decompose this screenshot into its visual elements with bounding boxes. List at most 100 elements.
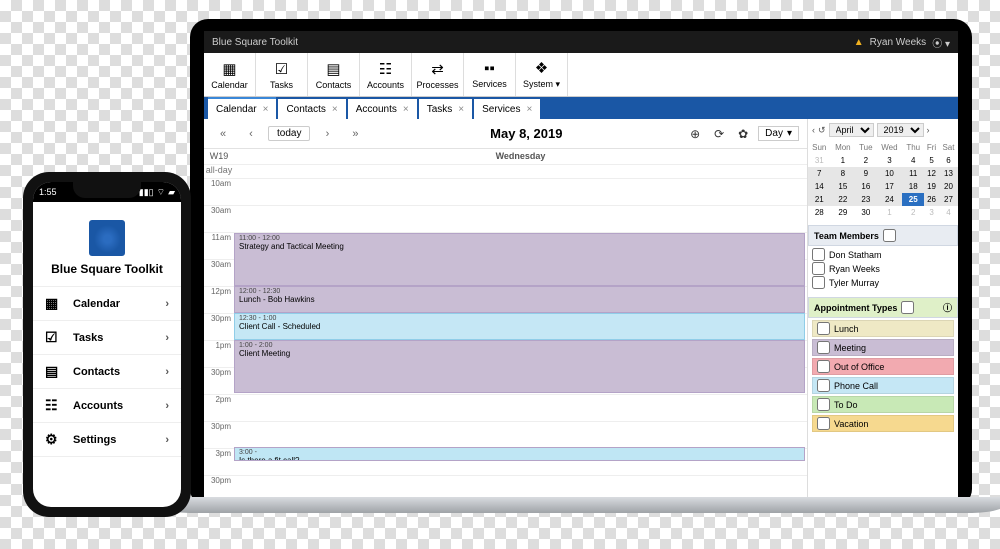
appointment-type[interactable]: Vacation — [812, 415, 954, 432]
team-checkbox[interactable] — [812, 262, 825, 275]
type-checkbox[interactable] — [817, 379, 830, 392]
mini-day[interactable]: 26 — [924, 193, 939, 206]
type-checkbox[interactable] — [817, 360, 830, 373]
appointment[interactable]: 12:30 - 1:00Client Call - Scheduled — [234, 313, 805, 340]
appointment[interactable]: 12:00 - 12:30Lunch - Bob Hawkins — [234, 286, 805, 313]
time-row[interactable]: 30am — [204, 206, 807, 233]
mini-day[interactable]: 8 — [831, 167, 856, 180]
phone-item-tasks[interactable]: ☑Tasks› — [33, 321, 181, 355]
mini-day[interactable]: 31 — [808, 154, 831, 167]
toolbar-system[interactable]: ❖System ▾ — [516, 53, 568, 96]
mini-day[interactable]: 18 — [902, 180, 924, 193]
time-slot[interactable] — [234, 422, 807, 448]
mini-next-icon[interactable]: › — [927, 125, 930, 135]
appointment-type[interactable]: Lunch — [812, 320, 954, 337]
time-row[interactable]: 10am — [204, 179, 807, 206]
team-members-header[interactable]: Team Members — [808, 225, 958, 246]
team-member[interactable]: Ryan Weeks — [812, 262, 954, 275]
phone-item-contacts[interactable]: ▤Contacts› — [33, 355, 181, 389]
tab-close-icon[interactable]: × — [403, 104, 409, 115]
mini-day[interactable]: 21 — [808, 193, 831, 206]
mini-day[interactable]: 5 — [924, 154, 939, 167]
mini-day[interactable]: 12 — [924, 167, 939, 180]
appointment-type[interactable]: Out of Office — [812, 358, 954, 375]
time-slot[interactable] — [234, 476, 807, 497]
first-icon[interactable]: « — [212, 123, 234, 145]
mini-day[interactable]: 15 — [831, 180, 856, 193]
team-member[interactable]: Don Statham — [812, 248, 954, 261]
mini-day[interactable]: 30 — [855, 206, 876, 219]
mini-year-select[interactable]: 2019 — [877, 123, 924, 137]
time-row[interactable]: 30pm — [204, 422, 807, 449]
mini-day[interactable]: 11 — [902, 167, 924, 180]
toolbar-contacts[interactable]: ▤Contacts — [308, 53, 360, 96]
phone-item-calendar[interactable]: ▦Calendar› — [33, 287, 181, 321]
type-checkbox[interactable] — [817, 398, 830, 411]
appointment-type[interactable]: Meeting — [812, 339, 954, 356]
appointment[interactable]: 11:00 - 12:00Strategy and Tactical Meeti… — [234, 233, 805, 286]
mini-day[interactable]: 1 — [831, 154, 856, 167]
tab-contacts[interactable]: Contacts× — [278, 97, 345, 119]
appointment-type[interactable]: Phone Call — [812, 377, 954, 394]
toolbar-processes[interactable]: ⇄Processes — [412, 53, 464, 96]
mini-day[interactable]: 16 — [855, 180, 876, 193]
tab-close-icon[interactable]: × — [527, 104, 533, 115]
tab-close-icon[interactable]: × — [332, 104, 338, 115]
settings-icon[interactable]: ✿ — [734, 125, 752, 143]
mini-day[interactable]: 4 — [902, 154, 924, 167]
tab-services[interactable]: Services× — [474, 97, 540, 119]
appointment-types-header[interactable]: Appointment Types ⓘ — [808, 297, 958, 318]
time-row[interactable]: 30pm — [204, 476, 807, 497]
mini-day[interactable]: 4 — [939, 206, 958, 219]
refresh-icon[interactable]: ⟳ — [710, 125, 728, 143]
team-checkbox[interactable] — [812, 276, 825, 289]
mini-day[interactable]: 3 — [924, 206, 939, 219]
mini-day[interactable]: 9 — [855, 167, 876, 180]
tab-calendar[interactable]: Calendar× — [208, 97, 276, 119]
mini-day[interactable]: 23 — [855, 193, 876, 206]
type-checkbox[interactable] — [817, 341, 830, 354]
team-all-checkbox[interactable] — [883, 229, 896, 242]
tab-tasks[interactable]: Tasks× — [419, 97, 472, 119]
mini-day[interactable]: 28 — [808, 206, 831, 219]
mini-day[interactable]: 2 — [902, 206, 924, 219]
mini-day[interactable]: 6 — [939, 154, 958, 167]
today-button[interactable]: today — [268, 126, 310, 141]
time-slot[interactable] — [234, 395, 807, 421]
mini-day[interactable]: 20 — [939, 180, 958, 193]
mini-day[interactable]: 27 — [939, 193, 958, 206]
add-icon[interactable]: ⊕ — [686, 125, 704, 143]
appointment[interactable]: 1:00 - 2:00Client Meeting — [234, 340, 805, 393]
mini-day[interactable]: 24 — [877, 193, 903, 206]
view-selector[interactable]: Day▾ — [758, 126, 799, 141]
last-icon[interactable]: » — [344, 123, 366, 145]
tab-close-icon[interactable]: × — [458, 104, 464, 115]
mini-month-select[interactable]: April — [829, 123, 874, 137]
info-icon[interactable]: ⓘ — [943, 301, 952, 314]
next-icon[interactable]: › — [316, 123, 338, 145]
mini-day[interactable]: 25 — [902, 193, 924, 206]
team-member[interactable]: Tyler Murray — [812, 276, 954, 289]
mini-day[interactable]: 22 — [831, 193, 856, 206]
toolbar-accounts[interactable]: ☷Accounts — [360, 53, 412, 96]
mini-day[interactable]: 13 — [939, 167, 958, 180]
time-row[interactable]: 2pm — [204, 395, 807, 422]
mini-prev-icon[interactable]: ‹ — [812, 125, 815, 135]
toolbar-services[interactable]: ▪▪Services — [464, 53, 516, 96]
mini-history-icon[interactable]: ↺ — [818, 125, 826, 136]
mini-day[interactable]: 29 — [831, 206, 856, 219]
mini-day[interactable]: 2 — [855, 154, 876, 167]
time-slot[interactable] — [234, 206, 807, 232]
current-user[interactable]: Ryan Weeks — [870, 37, 927, 48]
type-checkbox[interactable] — [817, 417, 830, 430]
types-all-checkbox[interactable] — [901, 301, 914, 314]
toolbar-tasks[interactable]: ☑Tasks — [256, 53, 308, 96]
mini-day[interactable]: 7 — [808, 167, 831, 180]
toolbar-calendar[interactable]: ▦Calendar — [204, 53, 256, 96]
phone-item-accounts[interactable]: ☷Accounts› — [33, 389, 181, 423]
appointment-type[interactable]: To Do — [812, 396, 954, 413]
time-slot[interactable] — [234, 179, 807, 205]
prev-icon[interactable]: ‹ — [240, 123, 262, 145]
mini-day[interactable]: 14 — [808, 180, 831, 193]
tab-close-icon[interactable]: × — [263, 104, 269, 115]
